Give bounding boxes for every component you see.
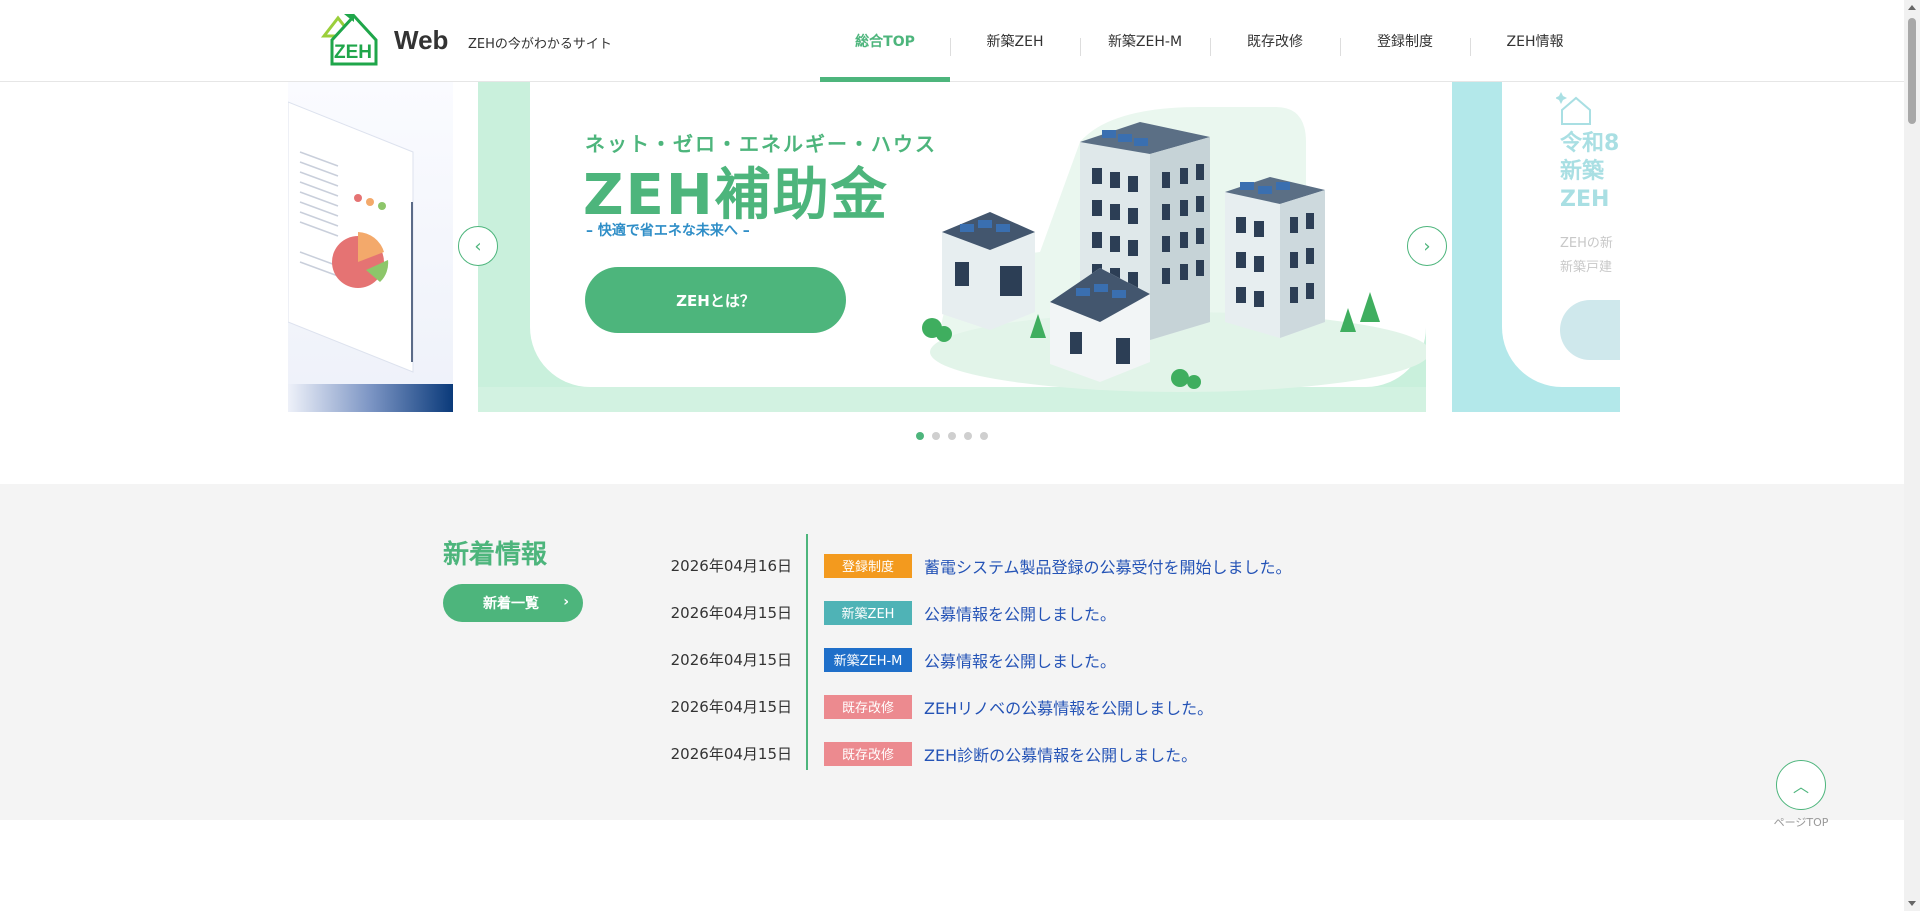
next-slide-preview[interactable]: 令和8 新築 ZEH ZEHの新 新築戸建 [1452,82,1620,412]
nav-item-zeh-info[interactable]: ZEH情報 [1470,0,1600,82]
hero-title: ZEH補助金 [583,163,889,228]
chevron-right-icon: › [1423,235,1431,257]
page-top-label: ページTOP [1773,816,1829,829]
news-link[interactable]: 公募情報を公開しました。 [924,601,1116,625]
house-sparkle-icon [1556,92,1591,125]
main-nav: 総合TOP 新築ZEH 新築ZEH-M 既存改修 登録制度 ZEH情報 [820,0,1600,82]
news-item: 2026年04月15日 新築ZEH-M 公募情報を公開しました。 [600,636,1292,683]
news-heading: 新着情報 [443,540,548,570]
news-item: 2026年04月16日 登録制度 蓄電システム製品登録の公募受付を開始しました。 [600,542,1292,589]
site-header: ZEH Web ZEHの今がわかるサイト 総合TOP 新築ZEH 新築ZEH-M… [0,0,1904,82]
carousel-dots [916,432,988,440]
scroll-thumb[interactable] [1908,18,1916,124]
chart-illustration-icon [288,101,414,373]
svg-text:ZEH: ZEH [334,42,372,63]
carousel-dot-2[interactable] [932,432,940,440]
nav-item-renovation[interactable]: 既存改修 [1210,0,1340,82]
next-slide-text: ZEHの新 新築戸建 [1560,236,1613,275]
news-item: 2026年04月15日 既存改修 ZEH診断の公募情報を公開しました。 [600,730,1292,777]
nav-item-registration[interactable]: 登録制度 [1340,0,1470,82]
news-list: 2026年04月16日 登録制度 蓄電システム製品登録の公募受付を開始しました。… [600,542,1292,777]
house-logo-icon: ZEH [318,12,390,68]
category-badge: 新築ZEH [824,600,912,625]
logo-web-text: Web [394,24,449,55]
news-date: 2026年04月16日 [670,557,792,575]
category-badge: 既存改修 [824,694,912,719]
news-link[interactable]: 蓄電システム製品登録の公募受付を開始しました。 [924,554,1292,578]
chevron-right-icon: › [563,594,569,610]
news-all-label: 新着一覧 [483,596,539,612]
site-logo[interactable]: ZEH Web [318,12,448,68]
about-zeh-button[interactable]: ZEHとは？ [585,267,846,333]
news-date: 2026年04月15日 [670,604,792,622]
news-date: 2026年04月15日 [670,745,792,763]
site-tagline: ZEHの今がわかるサイト [468,37,612,52]
carousel-dot-1[interactable] [916,432,924,440]
carousel-prev-button[interactable]: ‹ [458,226,498,266]
previous-slide-preview[interactable] [288,82,453,412]
category-badge: 既存改修 [824,741,912,766]
category-badge: 登録制度 [824,553,912,578]
nav-item-new-zeh[interactable]: 新築ZEH [950,0,1080,82]
scroll-up-arrow-icon[interactable] [1908,5,1916,10]
page-top-button[interactable]: ︿ [1776,760,1826,810]
category-badge: 新築ZEH-M [824,647,912,672]
buildings-illustration-icon [922,107,1426,392]
carousel-next-button[interactable]: › [1407,226,1447,266]
news-link[interactable]: 公募情報を公開しました。 [924,648,1116,672]
vertical-scrollbar[interactable] [1904,0,1920,911]
news-date: 2026年04月15日 [670,651,792,669]
carousel-dot-3[interactable] [948,432,956,440]
news-item: 2026年04月15日 既存改修 ZEHリノベの公募情報を公開しました。 [600,683,1292,730]
news-date: 2026年04月15日 [670,698,792,716]
slide-stripe [288,384,453,412]
next-slide-button [1560,300,1620,360]
news-link[interactable]: ZEHリノベの公募情報を公開しました。 [924,695,1213,719]
news-link[interactable]: ZEH診断の公募情報を公開しました。 [924,742,1197,766]
news-item: 2026年04月15日 新築ZEH 公募情報を公開しました。 [600,589,1292,636]
next-slide-title: 令和8 新築 ZEH [1560,131,1620,212]
news-all-button[interactable]: 新着一覧 › [443,584,583,622]
scroll-down-arrow-icon[interactable] [1908,901,1916,906]
news-section: 新着情報 新着一覧 › 2026年04月16日 登録制度 蓄電システム製品登録の… [0,484,1904,820]
hero-subtitle: – 快適で省エネな未来へ – [586,223,750,239]
nav-item-top[interactable]: 総合TOP [820,0,950,82]
carousel-dot-4[interactable] [964,432,972,440]
carousel-dot-5[interactable] [980,432,988,440]
chevron-up-icon: ︿ [1792,777,1809,796]
chevron-left-icon: ‹ [474,235,482,257]
nav-item-new-zeh-m[interactable]: 新築ZEH-M [1080,0,1210,82]
